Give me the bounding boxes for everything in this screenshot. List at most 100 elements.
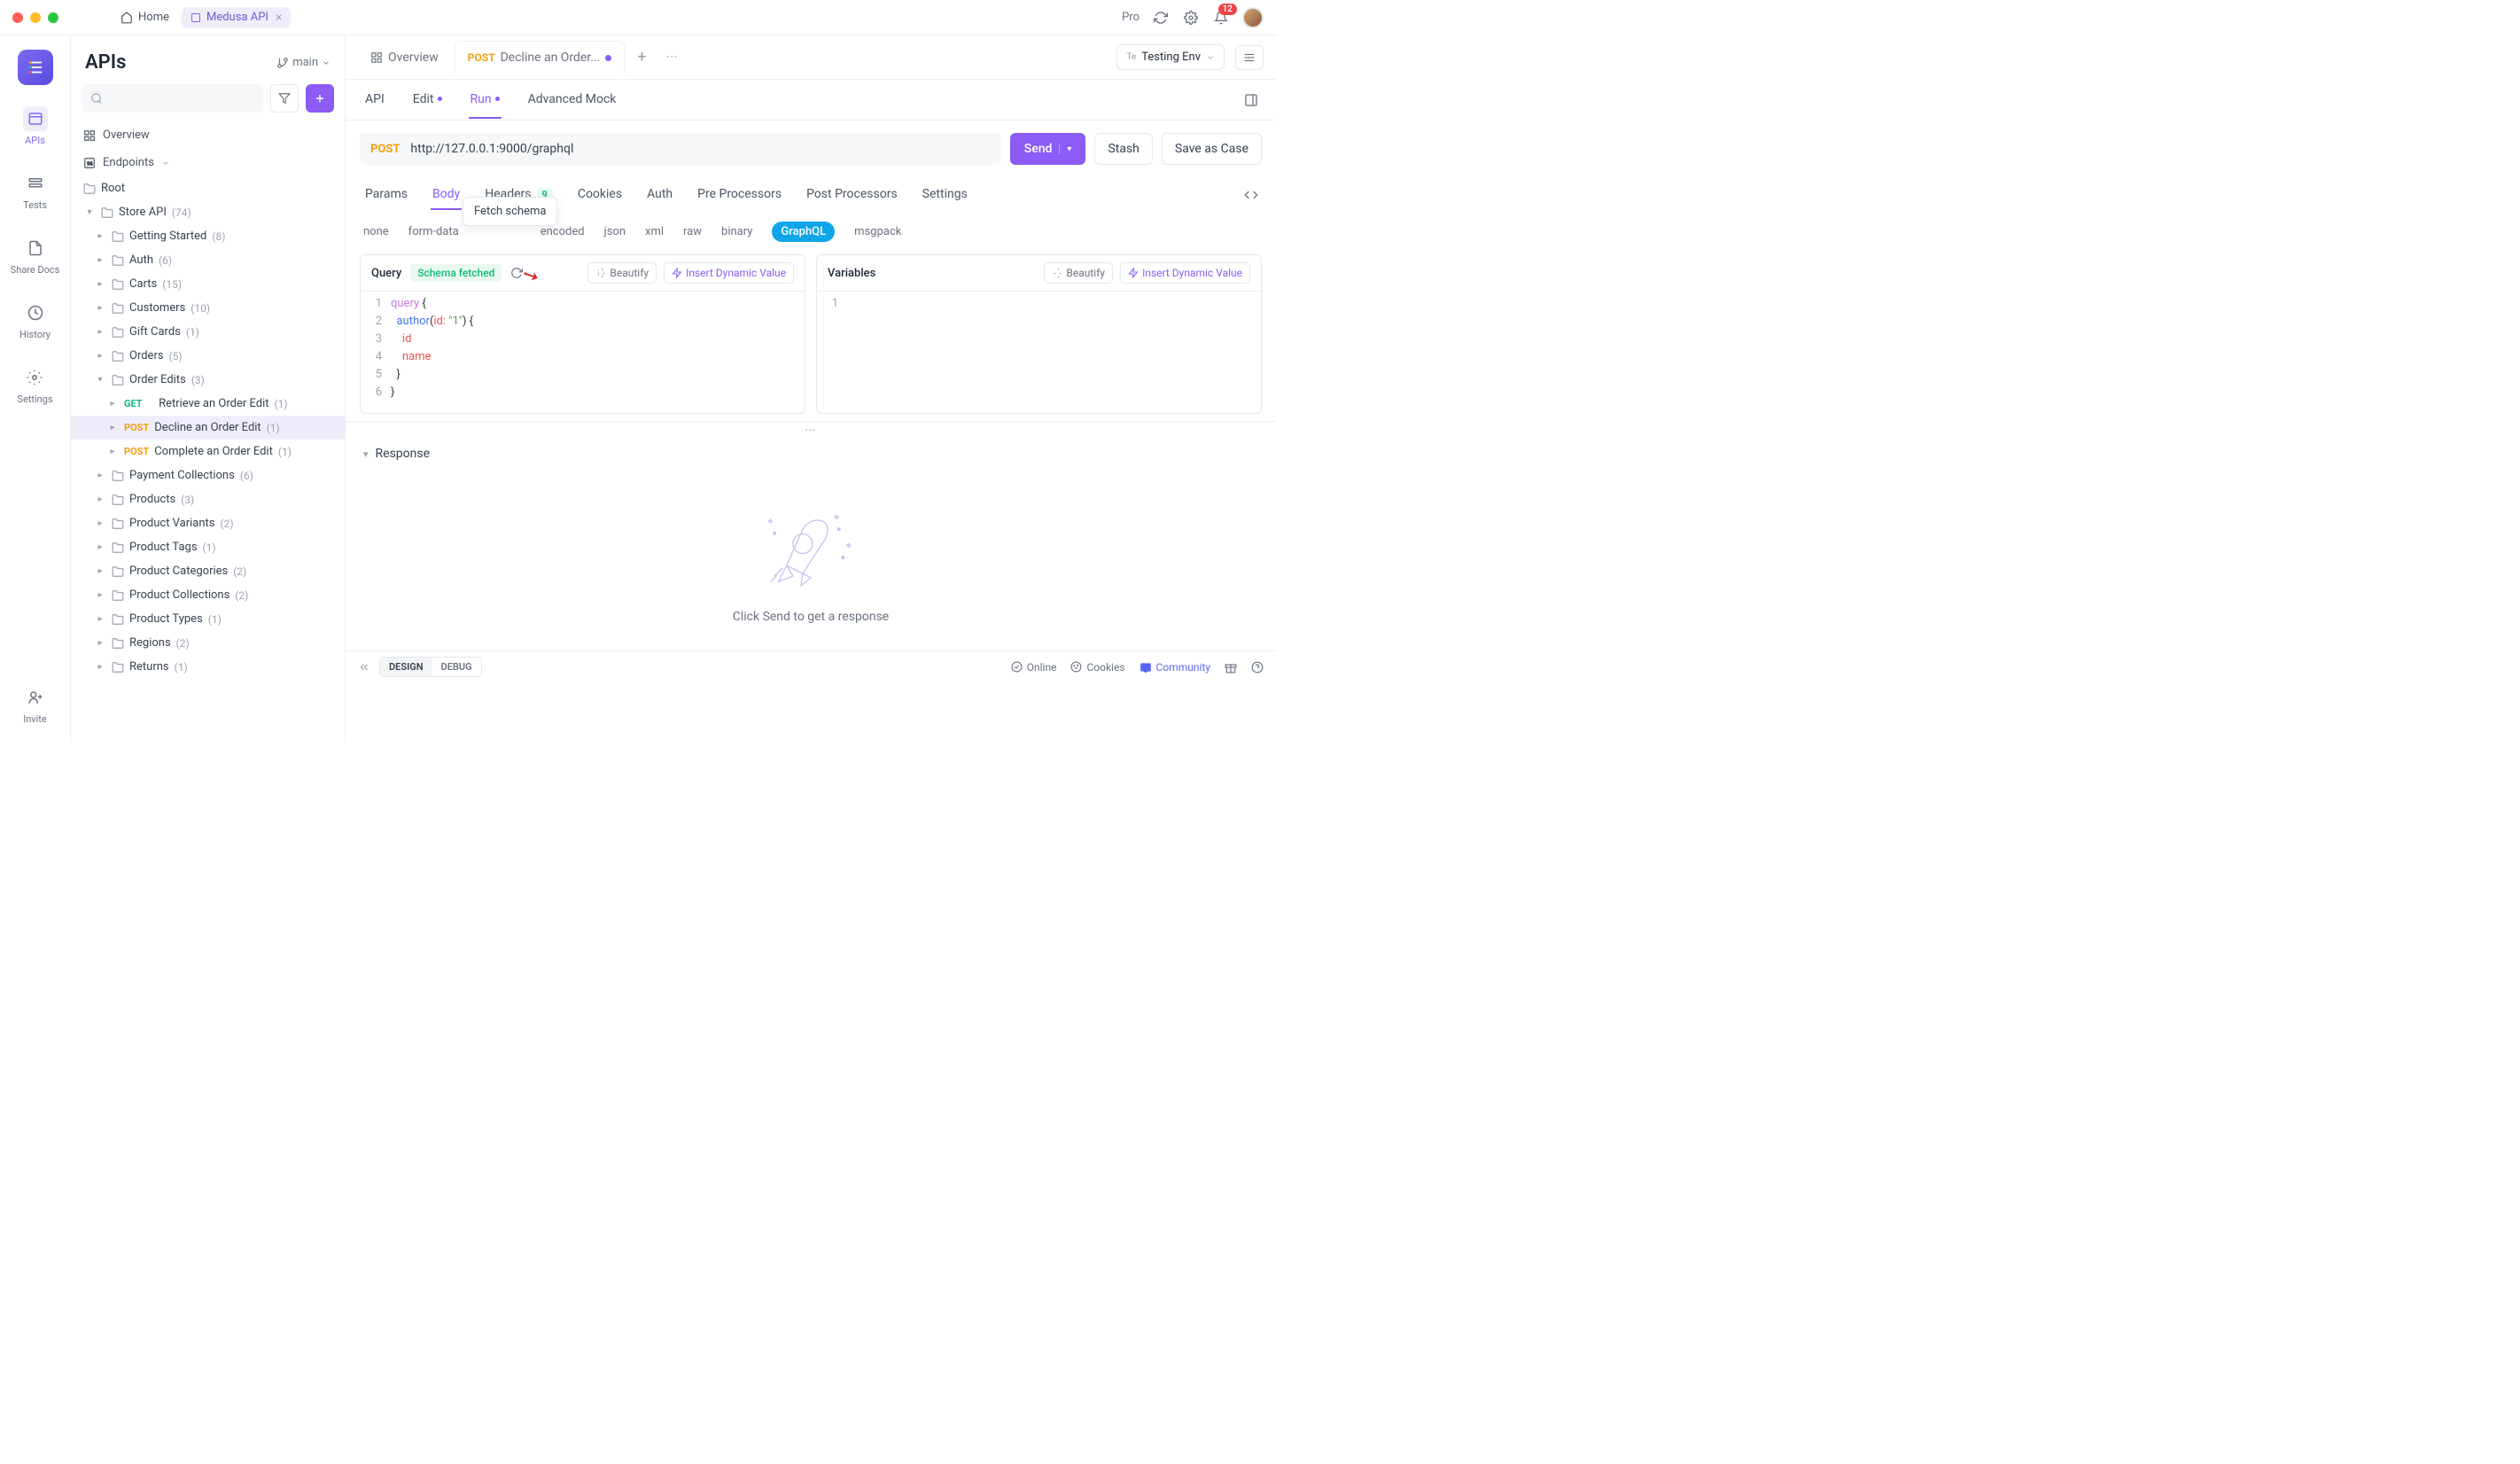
- tab-pre[interactable]: Pre Processors: [696, 180, 783, 210]
- subtab-mock[interactable]: Advanced Mock: [526, 82, 618, 119]
- search-input[interactable]: [82, 84, 263, 113]
- app-logo[interactable]: [18, 50, 53, 85]
- home-tab[interactable]: Home: [112, 7, 178, 28]
- tree-item[interactable]: ▾Order Edits (3): [71, 368, 345, 392]
- body-msgpack[interactable]: msgpack: [854, 225, 901, 238]
- variables-editor[interactable]: 1: [817, 292, 1261, 316]
- subtab-edit[interactable]: Edit: [411, 82, 444, 119]
- avatar[interactable]: [1242, 7, 1264, 28]
- tree-item[interactable]: ▸Carts (15): [71, 272, 345, 296]
- tree-item[interactable]: ▸Product Types (1): [71, 607, 345, 631]
- filter-button[interactable]: [270, 84, 299, 113]
- tab-overview[interactable]: Overview: [358, 42, 451, 74]
- mode-design[interactable]: DESIGN: [380, 658, 432, 676]
- branch-selector[interactable]: main: [276, 56, 331, 69]
- tab-params[interactable]: Params: [363, 180, 409, 210]
- folder-icon: [112, 637, 124, 650]
- add-button[interactable]: [306, 84, 334, 113]
- body-raw[interactable]: raw: [683, 225, 702, 238]
- chevron-down-icon: [1206, 53, 1215, 62]
- body-graphql[interactable]: GraphQL: [772, 222, 835, 242]
- subtab-run[interactable]: Run: [469, 82, 502, 119]
- beautify-button[interactable]: Beautify: [587, 262, 657, 284]
- mode-debug[interactable]: DEBUG: [432, 658, 481, 676]
- tab-cookies[interactable]: Cookies: [576, 180, 624, 210]
- query-editor[interactable]: 123456 query { author(id: "1") { id name…: [361, 292, 805, 405]
- rail-history[interactable]: History: [16, 297, 54, 344]
- tree-root[interactable]: Root: [71, 176, 345, 200]
- save-case-button[interactable]: Save as Case: [1162, 133, 1262, 165]
- notification-icon[interactable]: 12: [1212, 9, 1230, 27]
- line-gutter: 1: [817, 295, 847, 313]
- project-tab[interactable]: Medusa API ×: [182, 7, 291, 28]
- body-form[interactable]: form-data: [408, 225, 459, 238]
- panel-toggle[interactable]: [1244, 93, 1258, 107]
- body-encoded[interactable]: encoded: [541, 225, 585, 238]
- tree-item[interactable]: ▸Customers (10): [71, 296, 345, 320]
- rail-share[interactable]: Share Docs: [7, 232, 64, 279]
- tab-more-button[interactable]: ⋯: [659, 45, 685, 69]
- tree-item[interactable]: ▸Gift Cards (1): [71, 320, 345, 344]
- status-online[interactable]: Online: [1011, 661, 1057, 674]
- rail-apis[interactable]: APIs: [19, 103, 51, 150]
- sync-icon[interactable]: [1152, 9, 1170, 27]
- response-toggle[interactable]: ▾ Response: [363, 447, 1258, 461]
- new-tab-button[interactable]: +: [628, 43, 655, 72]
- tree-item[interactable]: ▸Orders (5): [71, 344, 345, 368]
- send-button[interactable]: Send▾: [1010, 133, 1086, 165]
- tab-request[interactable]: POST Decline an Order...: [455, 41, 626, 74]
- tree-item[interactable]: ▸Product Categories (2): [71, 559, 345, 583]
- env-selector[interactable]: Te Testing Env: [1116, 44, 1225, 70]
- url-input[interactable]: POST http://127.0.0.1:9000/graphql: [360, 133, 1001, 165]
- tree-item[interactable]: ▸Returns (1): [71, 655, 345, 679]
- code-view-button[interactable]: [1244, 188, 1258, 202]
- rail-settings[interactable]: Settings: [13, 362, 56, 409]
- stash-button[interactable]: Stash: [1094, 133, 1152, 165]
- resize-handle[interactable]: ⋯: [346, 422, 1276, 438]
- body-binary[interactable]: binary: [721, 225, 752, 238]
- tree-item[interactable]: ▸Product Tags (1): [71, 535, 345, 559]
- close-window[interactable]: [12, 12, 23, 23]
- close-tab-icon[interactable]: ×: [276, 11, 282, 25]
- tab-settings[interactable]: Settings: [921, 180, 969, 210]
- beautify-vars-button[interactable]: Beautify: [1044, 262, 1113, 284]
- minimize-window[interactable]: [30, 12, 41, 23]
- body-xml[interactable]: xml: [645, 225, 664, 238]
- url-method[interactable]: POST: [370, 143, 400, 156]
- tree-endpoint[interactable]: ▸GET Retrieve an Order Edit (1): [71, 392, 345, 416]
- footer-community[interactable]: Community: [1139, 661, 1210, 674]
- tree-item[interactable]: ▸Product Variants (2): [71, 511, 345, 535]
- maximize-window[interactable]: [48, 12, 58, 23]
- tab-post[interactable]: Post Processors: [805, 180, 899, 210]
- sidebar-endpoints[interactable]: 96 Endpoints: [71, 149, 345, 176]
- sidebar-overview[interactable]: Overview: [71, 121, 345, 149]
- body-none[interactable]: none: [363, 225, 389, 238]
- tree-endpoint-selected[interactable]: ▸POST Decline an Order Edit (1): [71, 416, 345, 440]
- settings-icon[interactable]: [1182, 9, 1200, 27]
- tree-item[interactable]: ▸Product Collections (2): [71, 583, 345, 607]
- tab-auth[interactable]: Auth: [645, 180, 674, 210]
- footer-cookies[interactable]: Cookies: [1070, 661, 1124, 674]
- body-json[interactable]: json: [604, 225, 626, 238]
- rail-tests[interactable]: Tests: [19, 167, 51, 214]
- footer-gift[interactable]: [1225, 661, 1237, 674]
- collapse-footer[interactable]: [358, 661, 370, 674]
- footer-help[interactable]: [1251, 661, 1264, 674]
- filter-icon: [278, 92, 291, 105]
- tree-item[interactable]: ▸Auth (6): [71, 248, 345, 272]
- rail-invite[interactable]: Invite: [19, 681, 51, 728]
- insert-dynamic-vars-button[interactable]: Insert Dynamic Value: [1120, 262, 1250, 284]
- tree-item[interactable]: ▸Products (3): [71, 487, 345, 511]
- insert-dynamic-button[interactable]: Insert Dynamic Value: [664, 262, 794, 284]
- tree-item[interactable]: ▸Getting Started (8): [71, 224, 345, 248]
- menu-button[interactable]: [1235, 45, 1264, 70]
- tab-body[interactable]: Body: [431, 180, 462, 210]
- tree-endpoint[interactable]: ▸POST Complete an Order Edit (1): [71, 440, 345, 463]
- tree-item[interactable]: ▸Regions (2): [71, 631, 345, 655]
- tree-item[interactable]: ▸Payment Collections (6): [71, 463, 345, 487]
- pro-label[interactable]: Pro: [1122, 11, 1139, 24]
- tree-item[interactable]: ▾Store API (74): [71, 200, 345, 224]
- subtab-api[interactable]: API: [363, 82, 386, 119]
- project-icon: [191, 12, 201, 23]
- query-pane: Query Schema fetched Beautify Insert Dyn…: [360, 254, 805, 414]
